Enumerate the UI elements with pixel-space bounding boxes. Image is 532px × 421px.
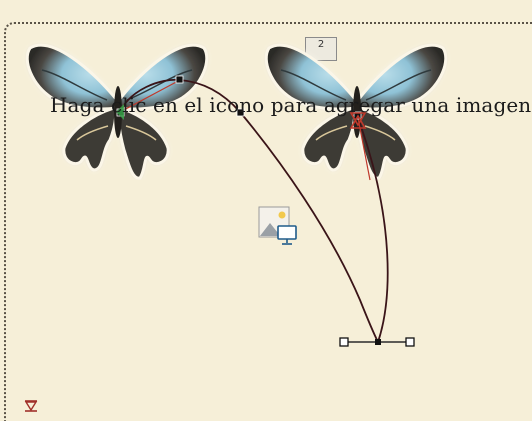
- bezier-handle[interactable]: [405, 337, 415, 347]
- path-vertex[interactable]: [375, 339, 381, 345]
- animation-trigger-icon[interactable]: [24, 400, 38, 412]
- slide-canvas: 2 Haga clic en el icono para agregar una…: [0, 0, 532, 421]
- picture-placeholder-prompt: Haga clic en el icono para agregar una i…: [50, 93, 532, 117]
- path-vertex[interactable]: [175, 75, 184, 84]
- insert-picture-icon[interactable]: [258, 206, 298, 246]
- bezier-handle[interactable]: [339, 337, 349, 347]
